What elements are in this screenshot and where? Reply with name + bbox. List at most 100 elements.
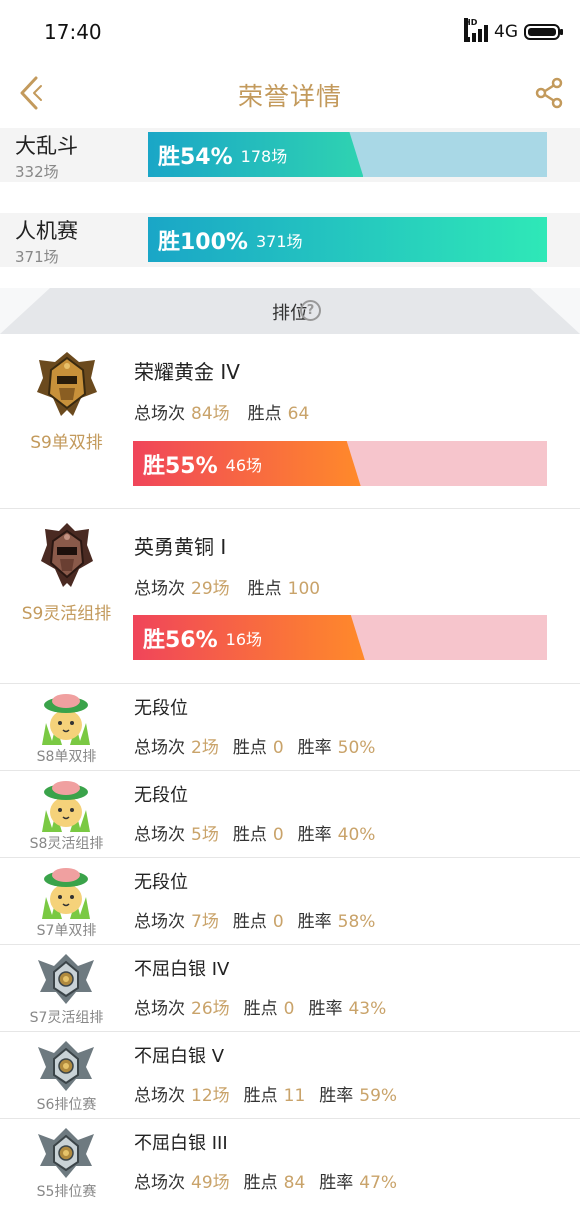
total-value: 26场 xyxy=(191,999,230,1019)
status-indicators: HD 4G xyxy=(464,18,563,44)
win-percent: 胜54% xyxy=(158,144,233,170)
total-value: 12场 xyxy=(191,1086,230,1106)
season-label: S6排位赛 xyxy=(36,1097,97,1113)
rate-value: 40% xyxy=(337,825,376,845)
win-rate-label: 胜54% 178场 xyxy=(158,132,287,177)
unranked-mascot-icon xyxy=(36,863,96,919)
points-label: 胜点 xyxy=(232,825,267,845)
points-value: 0 xyxy=(272,912,284,932)
stat-line: 总场次 5场 胜点 0 胜率 40% xyxy=(134,820,375,845)
tier-name: 无段位 xyxy=(134,872,188,893)
win-rate-bar: 胜55% 46场 xyxy=(133,441,547,486)
season-label: S8单双排 xyxy=(36,749,97,765)
tier-name: 无段位 xyxy=(134,785,188,806)
points-label: 胜点 xyxy=(243,999,278,1019)
win-rate-bar: 胜56% 16场 xyxy=(133,615,547,660)
unranked-mascot-icon xyxy=(36,689,96,745)
win-rate-label: 胜56% 16场 xyxy=(143,615,262,660)
stat-line: 总场次 49场 胜点 84 胜率 47% xyxy=(134,1168,397,1193)
rate-label: 胜率 xyxy=(297,825,332,845)
rate-label: 胜率 xyxy=(319,1173,354,1193)
win-rate-bar: 胜54% 178场 xyxy=(148,132,547,177)
network-type: 4G xyxy=(494,22,518,42)
win-games: 46场 xyxy=(225,455,263,475)
rate-value: 43% xyxy=(348,999,387,1019)
win-percent: 胜56% xyxy=(143,627,218,653)
page-title: 荣誉详情 xyxy=(237,82,342,111)
total-label: 总场次 xyxy=(134,912,185,932)
season-label: S9灵活组排 xyxy=(21,604,112,624)
ranked-entry-s6[interactable]: S6排位赛 不屈白银 V 总场次 12场 胜点 11 胜率 59% xyxy=(0,1032,580,1119)
win-games: 16场 xyxy=(225,629,263,649)
total-label: 总场次 xyxy=(134,1173,185,1193)
ranked-entry-s8-solo[interactable]: S8单双排 无段位 总场次 2场 胜点 0 胜率 50% xyxy=(0,684,580,771)
ranked-entry-s5[interactable]: S5排位赛 不屈白银 III 总场次 49场 胜点 84 胜率 47% xyxy=(0,1119,580,1206)
points-label: 胜点 xyxy=(243,1086,278,1106)
win-games: 178场 xyxy=(240,146,288,166)
total-value: 84场 xyxy=(191,404,230,424)
points-label: 胜点 xyxy=(247,579,282,599)
rate-value: 59% xyxy=(359,1086,398,1106)
mode-name: 人机赛 xyxy=(15,219,78,243)
ranked-entry-s9-solo[interactable]: S9单双排 荣耀黄金 IV 总场次 84场 胜点 64 胜55% 46场 xyxy=(0,334,580,509)
season-label: S7灵活组排 xyxy=(29,1010,104,1026)
status-bar: 17:40 HD 4G xyxy=(0,0,580,62)
points-label: 胜点 xyxy=(232,912,267,932)
mode-row-brawl[interactable]: 大乱斗 332场 胜54% 178场 xyxy=(0,128,580,182)
silver-emblem-icon xyxy=(36,1124,96,1180)
total-value: 7场 xyxy=(191,912,219,932)
points-value: 0 xyxy=(272,738,284,758)
total-value: 29场 xyxy=(191,579,230,599)
win-games: 371场 xyxy=(255,231,303,251)
stat-line: 总场次 12场 胜点 11 胜率 59% xyxy=(134,1081,397,1106)
season-label: S8灵活组排 xyxy=(29,836,104,852)
ranked-entry-s9-flex[interactable]: S9灵活组排 英勇黄铜 I 总场次 29场 胜点 100 胜56% 16场 xyxy=(0,509,580,684)
stat-line: 总场次 2场 胜点 0 胜率 50% xyxy=(134,733,375,758)
battery-icon xyxy=(524,24,563,40)
ranked-entry-s8-flex[interactable]: S8灵活组排 无段位 总场次 5场 胜点 0 胜率 40% xyxy=(0,771,580,858)
rate-label: 胜率 xyxy=(297,738,332,758)
ranked-title: 排位 xyxy=(272,303,308,324)
total-label: 总场次 xyxy=(134,404,185,424)
season-label: S7单双排 xyxy=(36,923,97,939)
season-label: S5排位赛 xyxy=(36,1184,97,1200)
signal-icon: HD xyxy=(464,18,488,42)
mode-count: 371场 xyxy=(15,248,59,266)
season-label: S9单双排 xyxy=(30,433,103,453)
rate-label: 胜率 xyxy=(297,912,332,932)
points-label: 胜点 xyxy=(243,1173,278,1193)
total-value: 49场 xyxy=(191,1173,230,1193)
gold-emblem-icon xyxy=(33,350,101,420)
rate-label: 胜率 xyxy=(308,999,343,1019)
win-percent: 胜100% xyxy=(158,229,248,255)
points-value: 64 xyxy=(287,404,310,424)
win-rate-label: 胜100% 371场 xyxy=(158,217,303,262)
question-circle-icon[interactable]: ? xyxy=(300,300,321,321)
nav-bar: 荣誉详情 xyxy=(0,62,580,124)
ranked-entry-s7-flex[interactable]: S7灵活组排 不屈白银 IV 总场次 26场 胜点 0 胜率 43% xyxy=(0,945,580,1032)
rate-value: 58% xyxy=(337,912,376,932)
tier-name: 不屈白银 III xyxy=(134,1133,228,1154)
total-value: 5场 xyxy=(191,825,219,845)
stat-line: 总场次 26场 胜点 0 胜率 43% xyxy=(134,994,386,1019)
mode-count: 332场 xyxy=(15,163,59,181)
win-percent: 胜55% xyxy=(143,453,218,479)
bronze-emblem-icon xyxy=(33,521,101,591)
rate-value: 50% xyxy=(337,738,376,758)
points-value: 100 xyxy=(287,579,321,599)
stat-line: 总场次 29场 胜点 100 xyxy=(134,574,320,599)
win-rate-label: 胜55% 46场 xyxy=(143,441,262,486)
status-time: 17:40 xyxy=(44,20,102,44)
mode-row-bot-match[interactable]: 人机赛 371场 胜100% 371场 xyxy=(0,213,580,267)
stat-line: 总场次 84场 胜点 64 xyxy=(134,399,309,424)
ranked-entry-s7-solo[interactable]: S7单双排 无段位 总场次 7场 胜点 0 胜率 58% xyxy=(0,858,580,945)
points-label: 胜点 xyxy=(232,738,267,758)
total-label: 总场次 xyxy=(134,738,185,758)
stat-line: 总场次 7场 胜点 0 胜率 58% xyxy=(134,907,375,932)
points-label: 胜点 xyxy=(247,404,282,424)
points-value: 0 xyxy=(283,999,295,1019)
share-icon[interactable] xyxy=(532,76,566,110)
mode-name: 大乱斗 xyxy=(15,134,78,158)
total-label: 总场次 xyxy=(134,1086,185,1106)
total-label: 总场次 xyxy=(134,825,185,845)
